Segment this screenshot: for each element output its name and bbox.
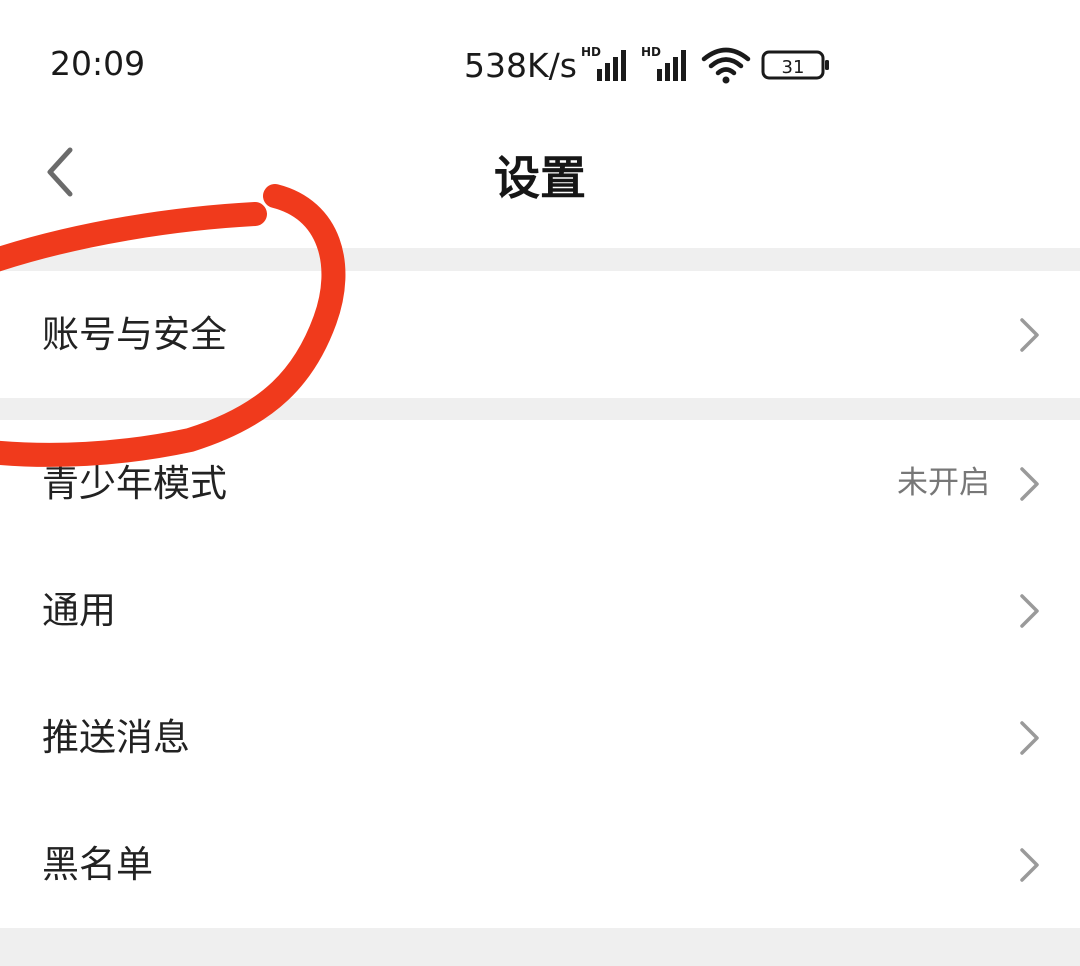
- chevron-right-icon: [1020, 318, 1039, 352]
- wifi-icon: [701, 47, 751, 84]
- title-bar: 设置: [0, 130, 1080, 248]
- page-title: 设置: [494, 151, 586, 205]
- teen-mode-status: 未开启: [897, 465, 990, 501]
- chevron-right-icon: [1020, 848, 1039, 882]
- chevron-right-icon: [1020, 594, 1039, 628]
- signal-hd-label: HD: [581, 45, 601, 59]
- network-speed: 538K/s: [464, 45, 577, 85]
- section-divider: [0, 928, 1080, 966]
- settings-item-label: 推送消息: [42, 716, 190, 759]
- section-divider: [0, 398, 1080, 420]
- cellular-signal-icon: HD: [581, 45, 626, 81]
- settings-item-label: 黑名单: [42, 843, 153, 886]
- signal-hd-label: HD: [641, 45, 661, 59]
- settings-item-label: 账号与安全: [42, 313, 227, 356]
- settings-item-teen-mode[interactable]: 青少年模式 未开启: [0, 420, 1080, 547]
- settings-item-label: 青少年模式: [42, 462, 227, 505]
- settings-item-general[interactable]: 通用: [0, 547, 1080, 674]
- settings-item-blacklist[interactable]: 黑名单: [0, 801, 1080, 928]
- section-divider: [0, 248, 1080, 271]
- settings-item-label: 通用: [42, 589, 116, 632]
- battery-icon: 31: [761, 50, 829, 80]
- settings-screen: 20:09 538K/s HD HD 31 设置 账号与安全 青少年模式 未开启…: [0, 0, 1080, 966]
- status-bar: 20:09 538K/s HD HD 31: [0, 0, 1080, 130]
- status-time: 20:09: [50, 44, 146, 83]
- chevron-right-icon: [1020, 721, 1039, 755]
- settings-item-account-security[interactable]: 账号与安全: [0, 271, 1080, 398]
- settings-item-push-messages[interactable]: 推送消息: [0, 674, 1080, 801]
- cellular-signal-icon: HD: [641, 45, 686, 81]
- status-indicators: 538K/s HD HD 31: [464, 40, 831, 90]
- battery-level: 31: [782, 57, 805, 78]
- chevron-right-icon: [1020, 467, 1039, 501]
